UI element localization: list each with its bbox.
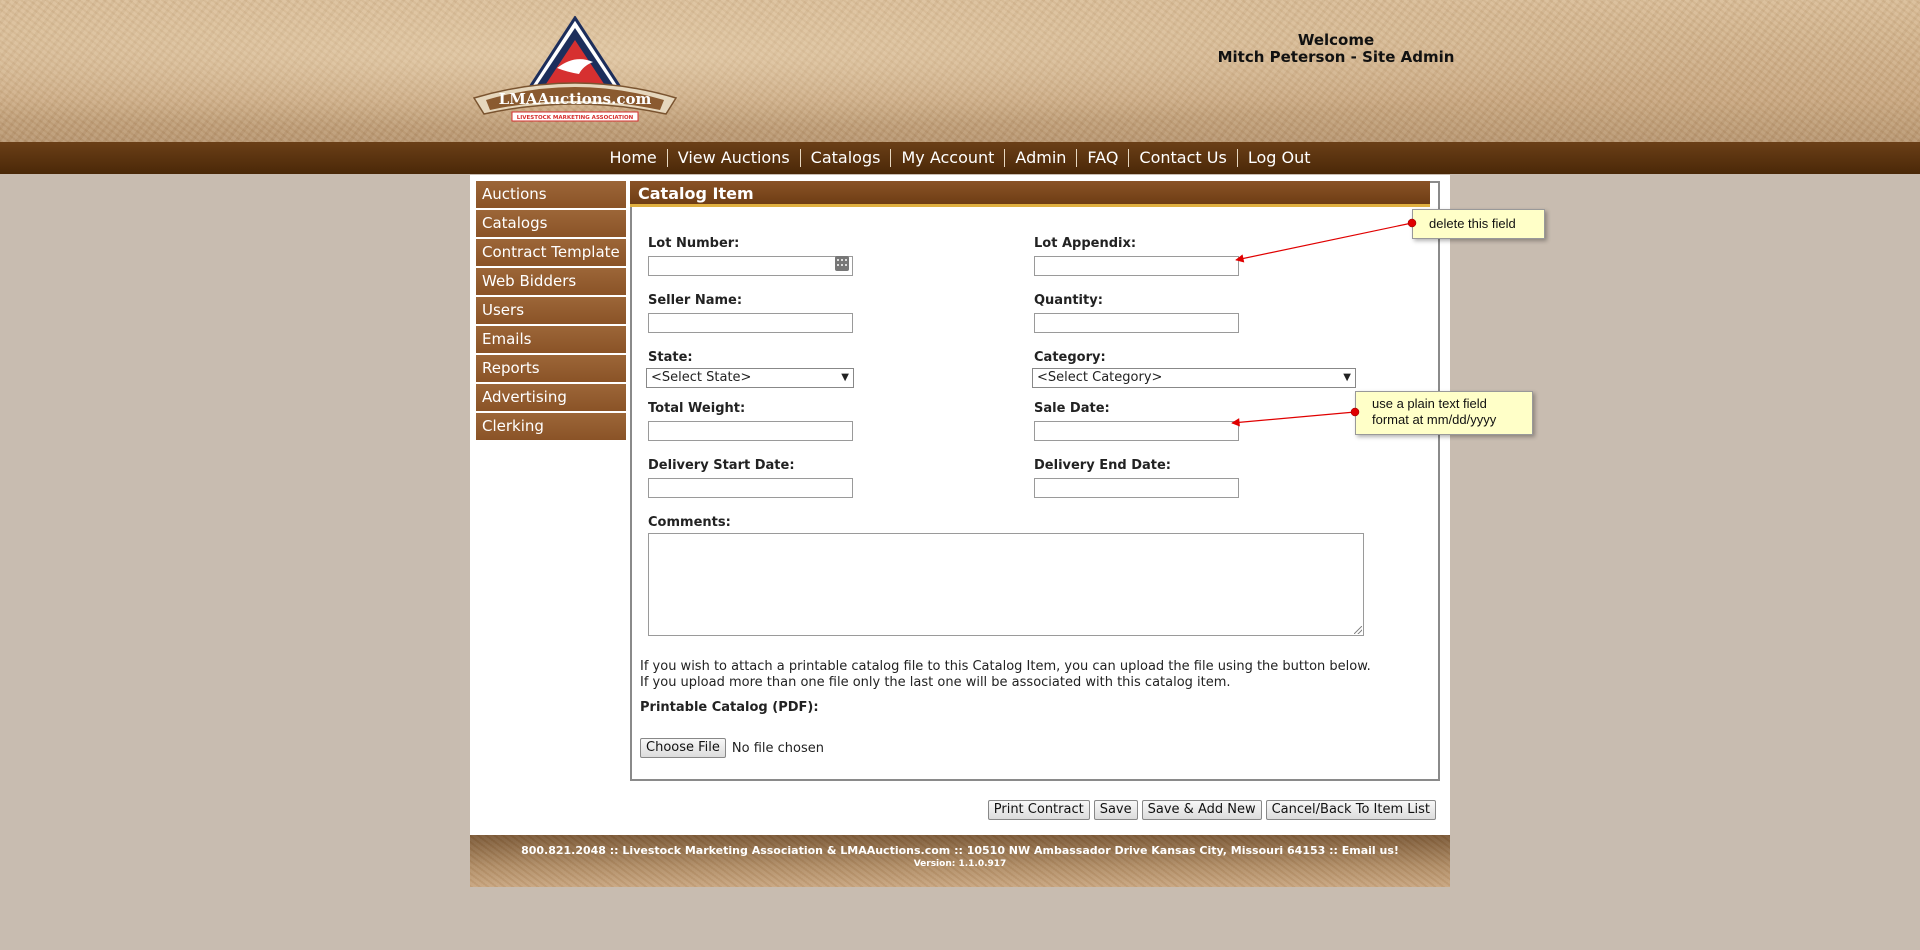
state-label: State: [648, 350, 693, 365]
footer-version: Version: 1.1.0.917 [913, 859, 1007, 869]
lot-number-input[interactable] [648, 255, 853, 276]
welcome-block: Welcome Mitch Peterson - Site Admin [1200, 32, 1472, 66]
seller-name-field: Seller Name: [648, 293, 853, 333]
delivery-end-label: Delivery End Date: [1034, 458, 1171, 473]
callout-plain-text-line2: format at mm/dd/yyyy [1372, 412, 1497, 427]
nav-catalogs[interactable]: Catalogs [801, 149, 891, 167]
sidebar-item-reports[interactable]: Reports [476, 355, 626, 382]
admin-sidebar: Auctions Catalogs Contract Template Web … [476, 181, 626, 442]
callout-delete-field: delete this field [1412, 209, 1545, 239]
nav-faq[interactable]: FAQ [1077, 149, 1128, 167]
lot-appendix-field: Lot Appendix: [1034, 236, 1239, 276]
category-select[interactable]: <Select Category> ▼ [1032, 368, 1356, 388]
lma-logo[interactable]: LMAAuctions.com LIVESTOCK MARKETING ASSO… [472, 16, 678, 128]
choose-file-button[interactable]: Choose File [640, 738, 726, 758]
state-select[interactable]: <Select State> ▼ [646, 368, 854, 388]
printable-catalog-label: Printable Catalog (PDF): [640, 700, 819, 715]
sale-date-field: Sale Date: [1034, 401, 1239, 441]
dropdown-arrow-icon: ▼ [841, 372, 849, 383]
delivery-start-label: Delivery Start Date: [648, 458, 795, 473]
welcome-label: Welcome [1297, 31, 1375, 49]
sidebar-item-emails[interactable]: Emails [476, 326, 626, 353]
file-upload: Choose File No file chosen [640, 738, 824, 758]
delivery-end-field: Delivery End Date: [1034, 458, 1239, 498]
dropdown-arrow-icon: ▼ [1343, 372, 1351, 383]
comments-field: Comments: [648, 515, 1364, 636]
callout-plain-text-line1: use a plain text field [1372, 396, 1487, 411]
nav-log-out[interactable]: Log Out [1238, 149, 1321, 167]
sale-date-input[interactable] [1034, 420, 1239, 441]
main-nav: Home View Auctions Catalogs My Account A… [0, 142, 1920, 174]
site-header: LMAAuctions.com LIVESTOCK MARKETING ASSO… [0, 0, 1920, 142]
footer-contact: 800.821.2048 :: Livestock Marketing Asso… [521, 844, 1399, 857]
comments-textarea[interactable] [648, 533, 1364, 636]
state-select-value: <Select State> [651, 370, 752, 385]
nav-view-auctions[interactable]: View Auctions [668, 149, 800, 167]
logo-subtext: LIVESTOCK MARKETING ASSOCIATION [517, 115, 634, 121]
sidebar-item-auctions[interactable]: Auctions [476, 181, 626, 208]
nav-my-account[interactable]: My Account [891, 149, 1004, 167]
nav-home[interactable]: Home [600, 149, 667, 167]
save-button[interactable]: Save [1093, 800, 1138, 820]
lot-number-field: Lot Number: [648, 236, 853, 276]
cancel-back-button[interactable]: Cancel/Back To Item List [1265, 800, 1436, 820]
delivery-end-input[interactable] [1034, 477, 1239, 498]
lot-number-wrap [648, 254, 853, 276]
panel-title: Catalog Item [630, 181, 1430, 207]
comments-label: Comments: [648, 515, 731, 530]
sidebar-item-advertising[interactable]: Advertising [476, 384, 626, 411]
lot-appendix-input[interactable] [1034, 255, 1239, 276]
seller-name-input[interactable] [648, 312, 853, 333]
upload-instructions: If you wish to attach a printable catalo… [640, 659, 1371, 690]
calculator-icon[interactable] [835, 256, 849, 271]
callout-plain-text: use a plain text field format at mm/dd/y… [1355, 391, 1533, 435]
sidebar-item-contract-template[interactable]: Contract Template [476, 239, 626, 266]
action-buttons: Print Contract Save Save & Add New Cance… [987, 800, 1436, 820]
category-label: Category: [1034, 350, 1106, 365]
sidebar-item-clerking[interactable]: Clerking [476, 413, 626, 440]
state-field: State: <Select State> ▼ [646, 350, 854, 388]
nav-admin[interactable]: Admin [1005, 149, 1076, 167]
quantity-input[interactable] [1034, 312, 1239, 333]
quantity-label: Quantity: [1034, 293, 1103, 308]
callout-delete-text: delete this field [1429, 216, 1516, 231]
delivery-start-field: Delivery Start Date: [648, 458, 853, 498]
category-field: Category: <Select Category> ▼ [1032, 350, 1356, 388]
sidebar-item-users[interactable]: Users [476, 297, 626, 324]
site-footer: 800.821.2048 :: Livestock Marketing Asso… [470, 835, 1450, 887]
category-select-value: <Select Category> [1037, 370, 1163, 385]
sale-date-label: Sale Date: [1034, 401, 1110, 416]
catalog-item-panel: Catalog Item Lot Number: Lot Appendix: S… [630, 181, 1440, 781]
delivery-start-input[interactable] [648, 477, 853, 498]
total-weight-field: Total Weight: [648, 401, 853, 441]
print-contract-button[interactable]: Print Contract [987, 800, 1090, 820]
seller-name-label: Seller Name: [648, 293, 743, 308]
sidebar-item-catalogs[interactable]: Catalogs [476, 210, 626, 237]
lot-number-label: Lot Number: [648, 236, 740, 251]
save-add-new-button[interactable]: Save & Add New [1141, 800, 1262, 820]
nav-contact-us[interactable]: Contact Us [1129, 149, 1236, 167]
logo-text: LMAAuctions.com [499, 90, 652, 108]
total-weight-input[interactable] [648, 420, 853, 441]
lot-appendix-label: Lot Appendix: [1034, 236, 1137, 251]
user-name: Mitch Peterson - Site Admin [1217, 48, 1455, 66]
total-weight-label: Total Weight: [648, 401, 746, 416]
quantity-field: Quantity: [1034, 293, 1239, 333]
file-status: No file chosen [731, 740, 824, 756]
sidebar-item-web-bidders[interactable]: Web Bidders [476, 268, 626, 295]
main-container: Auctions Catalogs Contract Template Web … [470, 175, 1450, 835]
